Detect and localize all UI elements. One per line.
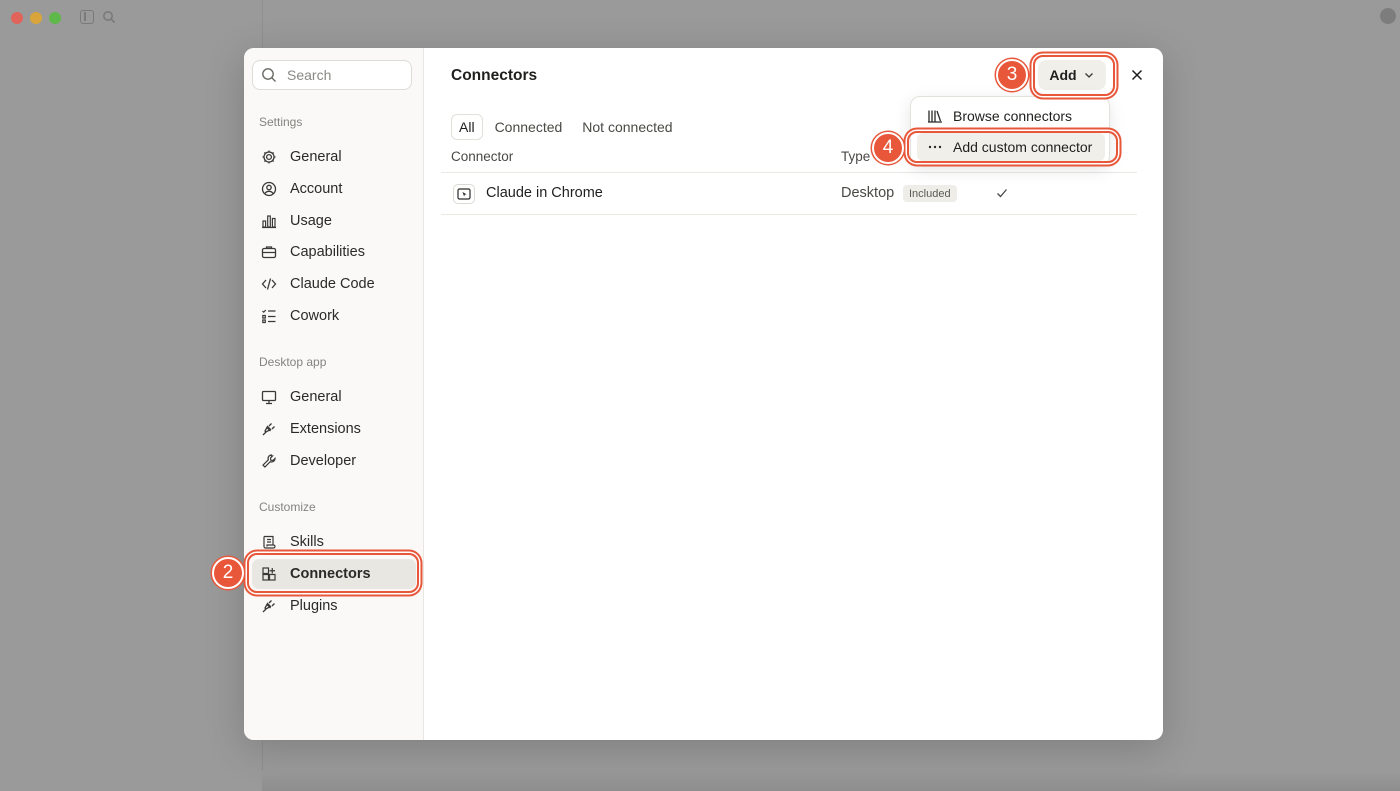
search-placeholder: Search [287, 67, 332, 83]
close-button[interactable] [1127, 65, 1147, 85]
sidebar-item-label: General [290, 149, 342, 165]
tab-connected[interactable]: Connected [487, 114, 571, 140]
wrench-icon [262, 454, 276, 468]
window-zoom-dot[interactable] [49, 12, 61, 24]
sidebar-item-label: Plugins [290, 598, 338, 614]
close-icon [1131, 69, 1143, 81]
background-bottom-shade [262, 771, 1400, 791]
sidebar-item-capabilities[interactable]: Capabilities [252, 237, 416, 267]
sidebar-item-usage[interactable]: Usage [252, 206, 416, 236]
plug-icon [262, 423, 275, 436]
table-row-divider [441, 214, 1137, 215]
sidebar-item-label: Extensions [290, 421, 361, 437]
library-icon [928, 110, 942, 123]
avatar[interactable] [1380, 8, 1396, 24]
filter-tabs: All Connected Not connected [451, 114, 681, 140]
chrome-connector-icon [453, 184, 475, 204]
column-header-type: Type [841, 149, 871, 164]
highlight-add-custom-connector [907, 131, 1118, 163]
status-badge: Included [903, 185, 957, 202]
sidebar-item-claude-code[interactable]: Claude Code [252, 269, 416, 299]
search-input[interactable]: Search [252, 60, 412, 90]
step-badge-4: 4 [872, 132, 904, 164]
sidebar-item-label: Developer [290, 453, 357, 469]
sidebar-item-cowork[interactable]: Cowork [252, 301, 416, 331]
sidebar-item-label: Cowork [290, 308, 340, 324]
table-header-divider [441, 172, 1137, 173]
scroll-icon [263, 535, 276, 549]
sidebar-item-developer[interactable]: Developer [252, 446, 416, 476]
connector-name: Claude in Chrome [486, 185, 603, 201]
sidebar-item-account[interactable]: Account [252, 174, 416, 204]
sidebar-item-label: General [290, 389, 342, 405]
user-circle-icon [261, 181, 277, 197]
checklist-icon [262, 309, 276, 324]
section-label-desktop-app: Desktop app [259, 355, 327, 369]
bar-chart-icon [262, 215, 276, 229]
tab-all[interactable]: All [451, 114, 483, 140]
window-minimize-dot[interactable] [30, 12, 42, 24]
column-header-connector: Connector [451, 149, 514, 164]
page-title: Connectors [451, 67, 538, 84]
section-label-customize: Customize [259, 500, 316, 514]
gear-icon [262, 150, 276, 164]
sidebar-item-desktop-general[interactable]: General [252, 382, 416, 412]
highlight-add-button [1033, 55, 1115, 96]
sidebar-toggle-icon[interactable] [80, 10, 94, 24]
monitor-icon [261, 390, 277, 405]
briefcase-icon [261, 246, 277, 259]
section-label-settings: Settings [259, 115, 303, 129]
connector-type: Desktop [841, 185, 895, 201]
menu-item-label: Browse connectors [953, 108, 1073, 124]
code-icon [261, 278, 277, 290]
check-icon [996, 186, 1008, 204]
sidebar-item-label: Usage [290, 213, 332, 229]
sidebar-item-label: Skills [290, 534, 324, 550]
step-badge-3: 3 [996, 59, 1028, 91]
window-close-dot[interactable] [11, 12, 23, 24]
sidebar-item-general[interactable]: General [252, 142, 416, 172]
search-icon[interactable] [102, 10, 116, 24]
plug-icon [262, 600, 275, 613]
step-badge-2: 2 [212, 557, 244, 589]
sidebar-item-label: Claude Code [290, 276, 375, 292]
sidebar-item-plugins[interactable]: Plugins [252, 591, 416, 621]
search-icon [262, 68, 276, 82]
sidebar-item-extensions[interactable]: Extensions [252, 414, 416, 444]
tab-not-connected[interactable]: Not connected [574, 114, 680, 140]
sidebar-item-label: Account [290, 181, 343, 197]
settings-sidebar: Search Settings General Account Usage Ca… [244, 48, 424, 740]
sidebar-item-label: Capabilities [290, 244, 365, 260]
menu-item-browse-connectors[interactable]: Browse connectors [917, 102, 1105, 130]
highlight-connectors [247, 553, 419, 593]
